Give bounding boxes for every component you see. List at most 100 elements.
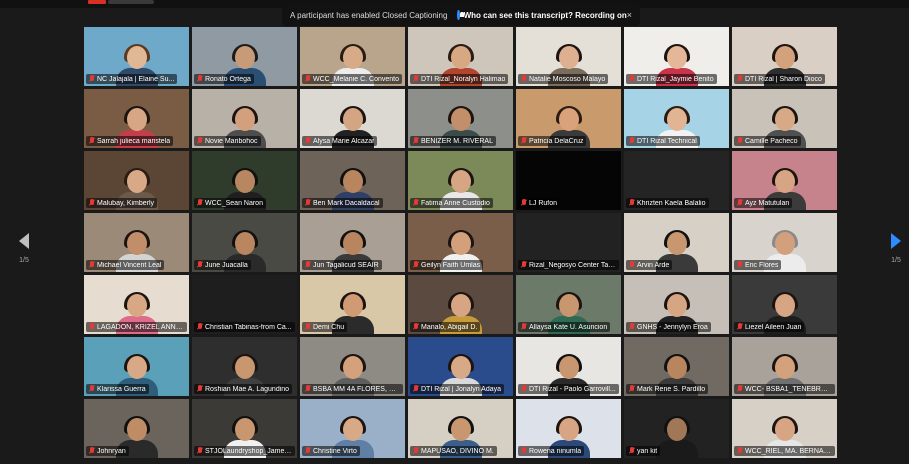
participant-tile[interactable]: Natalie Moscoso Malayo: [516, 27, 621, 86]
participant-tile[interactable]: LJ Rufon: [516, 151, 621, 210]
next-page-button[interactable]: 1/5: [886, 233, 906, 264]
participant-tile[interactable]: BSBA MM 4A FLORES, KR...: [300, 337, 405, 396]
participant-tile[interactable]: Fatima Anne Custodio: [408, 151, 513, 210]
participant-tile[interactable]: Alysa Marie Alcazar: [300, 89, 405, 148]
participant-tile[interactable]: BENIZER M. RIVERAL: [408, 89, 513, 148]
participant-name: Manalo, Abigail D.: [421, 323, 478, 331]
participant-tile[interactable]: Demi Chu: [300, 275, 405, 334]
muted-mic-icon: [197, 75, 203, 83]
view-toggle[interactable]: [108, 0, 154, 4]
participant-tile[interactable]: Arvin Arde: [624, 213, 729, 272]
participant-tile[interactable]: DTI Rizal_Noralyn Halimao: [408, 27, 513, 86]
recording-indicator[interactable]: [88, 0, 106, 4]
participant-name: MAPUSAO, DIVINO M.: [421, 447, 494, 455]
participant-name-label: June Juacalla: [194, 260, 251, 270]
participant-tile[interactable]: STJOLaundryshop_James...: [192, 399, 297, 458]
participant-tile[interactable]: Rowena ninumla: [516, 399, 621, 458]
muted-mic-icon: [413, 323, 419, 331]
participant-tile[interactable]: Novie Maribohoc: [192, 89, 297, 148]
participant-tile[interactable]: Malubay, Kimberly: [84, 151, 189, 210]
participant-tile[interactable]: Liezel Aileen Juan: [732, 275, 837, 334]
participant-tile[interactable]: Ronato Ortega: [192, 27, 297, 86]
participant-name-label: Roshian Mae A. Lagundino: [194, 384, 293, 394]
participant-name-label: Liezel Aileen Juan: [734, 322, 805, 332]
participant-name-label: Ben Mark Dacaldacal: [302, 198, 383, 208]
participant-tile[interactable]: Roshian Mae A. Lagundino: [192, 337, 297, 396]
participant-name: Sarrah julieca maristela: [97, 137, 171, 145]
participant-tile[interactable]: Patricia DelaCruz: [516, 89, 621, 148]
participant-name: BENIZER M. RIVERAL: [421, 137, 493, 145]
participant-name: Rizal_Negosyo Center Tan...: [529, 261, 616, 269]
participant-name: Liezel Aileen Juan: [745, 323, 802, 331]
muted-mic-icon: [197, 199, 203, 207]
muted-mic-icon: [413, 447, 419, 455]
muted-mic-icon: [737, 199, 743, 207]
participant-name: Khrizten Kaela Balalio: [637, 199, 706, 207]
participant-tile[interactable]: Khrizten Kaela Balalio: [624, 151, 729, 210]
participant-name-label: Christine Virto: [302, 446, 360, 456]
participant-name-label: WCC- BSBA1_TENEBROS...: [734, 384, 835, 394]
muted-mic-icon: [521, 75, 527, 83]
participant-tile[interactable]: Ayz Matutulan: [732, 151, 837, 210]
caption-message: A participant has enabled Closed Caption…: [290, 10, 448, 20]
muted-mic-icon: [197, 385, 203, 393]
participant-gallery: NC Jalajala | Elaine Su... Ronato Ortega W…: [84, 27, 837, 458]
participant-tile[interactable]: WCC_Melanie C. Convento: [300, 27, 405, 86]
chevron-right-icon: [891, 233, 901, 249]
participant-name-label: DTI Rizal_Jaymie Benito: [626, 74, 717, 84]
participant-name-label: Sarrah julieca maristela: [86, 136, 174, 146]
participant-tile[interactable]: DTI Rizal Technical: [624, 89, 729, 148]
muted-mic-icon: [737, 385, 743, 393]
transcript-visibility-link[interactable]: Who can see this transcript? Recording o…: [464, 11, 627, 20]
participant-tile[interactable]: Manalo, Abigail D.: [408, 275, 513, 334]
participant-tile[interactable]: Allaysa Kate U. Asuncion: [516, 275, 621, 334]
participant-tile[interactable]: WCC_Sean Naron: [192, 151, 297, 210]
participant-tile[interactable]: Christine Virto: [300, 399, 405, 458]
participant-tile[interactable]: DTI Rizal - Paolo Garrovill...: [516, 337, 621, 396]
participant-tile[interactable]: GNHS - Jennylyn Eroa: [624, 275, 729, 334]
participant-tile[interactable]: Christian Tabinas-from Ca...: [192, 275, 297, 334]
participant-tile[interactable]: Klarissa Guerra: [84, 337, 189, 396]
participant-tile[interactable]: NC Jalajala | Elaine Su...: [84, 27, 189, 86]
participant-name-label: Khrizten Kaela Balalio: [626, 198, 709, 208]
participant-name-label: Malubay, Kimberly: [86, 198, 158, 208]
participant-avatar: [654, 416, 700, 458]
participant-tile[interactable]: Geilyn Faith Umlas: [408, 213, 513, 272]
muted-mic-icon: [629, 261, 635, 269]
muted-mic-icon: [737, 447, 743, 455]
participant-tile[interactable]: Johnryan: [84, 399, 189, 458]
close-icon[interactable]: ×: [627, 10, 632, 20]
participant-tile[interactable]: Camille Pacheco: [732, 89, 837, 148]
participant-tile[interactable]: Ben Mark Dacaldacal: [300, 151, 405, 210]
participant-name-label: Patricia DelaCruz: [518, 136, 587, 146]
participant-name: Fatima Anne Custodio: [421, 199, 490, 207]
participant-tile[interactable]: Jun Tagalicud SEAIR: [300, 213, 405, 272]
participant-name-label: GNHS - Jennylyn Eroa: [626, 322, 711, 332]
muted-mic-icon: [413, 75, 419, 83]
participant-tile[interactable]: WCC- BSBA1_TENEBROS...: [732, 337, 837, 396]
participant-tile[interactable]: June Juacalla: [192, 213, 297, 272]
participant-tile[interactable]: Michael Vincent Leal: [84, 213, 189, 272]
participant-tile[interactable]: DTI Rizal | Sharon Dioco: [732, 27, 837, 86]
participant-tile[interactable]: yan kit: [624, 399, 729, 458]
participant-name: LJ Rufon: [529, 199, 558, 207]
participant-tile[interactable]: Sarrah julieca maristela: [84, 89, 189, 148]
participant-name: Allaysa Kate U. Asuncion: [529, 323, 608, 331]
participant-tile[interactable]: DTI Rizal | Jonalyn Adaya: [408, 337, 513, 396]
participant-tile[interactable]: Eric Flores: [732, 213, 837, 272]
page-indicator-right: 1/5: [891, 257, 901, 264]
muted-mic-icon: [89, 385, 95, 393]
participant-tile[interactable]: MAPUSAO, DIVINO M.: [408, 399, 513, 458]
participant-name-label: WCC_Sean Naron: [194, 198, 266, 208]
participant-tile[interactable]: Rizal_Negosyo Center Tan...: [516, 213, 621, 272]
muted-mic-icon: [629, 385, 635, 393]
participant-tile[interactable]: DTI Rizal_Jaymie Benito: [624, 27, 729, 86]
participant-tile[interactable]: WCC_RIEL, MA. BERNADE...: [732, 399, 837, 458]
muted-mic-icon: [629, 75, 635, 83]
participant-tile[interactable]: Mark Rene S. Pardillo: [624, 337, 729, 396]
participant-tile[interactable]: LAGADON, KRIZEL ANNE ...: [84, 275, 189, 334]
participant-name-label: BSBA MM 4A FLORES, KR...: [302, 384, 403, 394]
muted-mic-icon: [737, 75, 743, 83]
participant-name: GNHS - Jennylyn Eroa: [637, 323, 708, 331]
previous-page-button[interactable]: 1/5: [14, 233, 34, 264]
